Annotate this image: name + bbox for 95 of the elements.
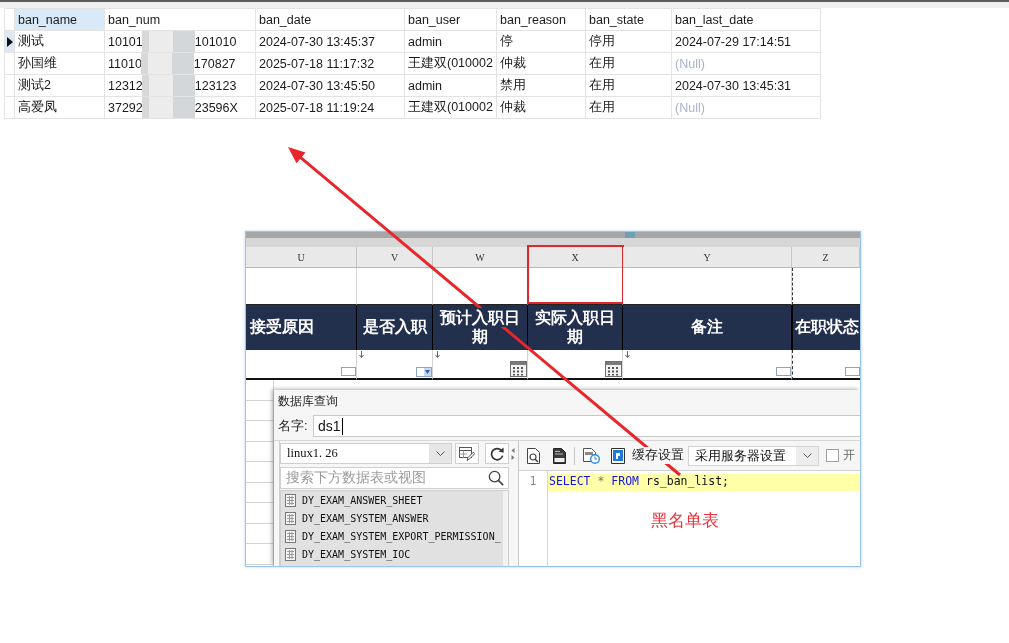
table-list-item[interactable]: DY_EXAM_SYSTEM_IOC	[281, 545, 508, 563]
table-cell: 在用	[585, 74, 672, 97]
scrollbar-thumb[interactable]	[625, 232, 635, 238]
cell-text: 10101	[108, 34, 143, 49]
sql-file-icon[interactable]	[553, 447, 566, 464]
cache-settings-label: 缓存设置	[632, 447, 684, 464]
cache-settings-dropdown[interactable]: 采用服务器设置	[688, 445, 819, 466]
table-list-item[interactable]: DY_EXAM_ANSWER_SHEET	[281, 491, 508, 509]
column-letter[interactable]: W	[433, 247, 528, 268]
table-cell: admin	[404, 74, 497, 97]
column-letter[interactable]: V	[357, 247, 433, 268]
header-cell: 是否入职	[357, 305, 433, 350]
table-edit-button[interactable]	[455, 443, 479, 464]
calendar-icon[interactable]	[605, 361, 622, 377]
column-header[interactable]: ban_last_date	[671, 8, 821, 31]
search-icon	[488, 470, 504, 486]
table-cell: 2024-07-30 13:45:31	[671, 74, 821, 97]
column-header[interactable]: ban_reason	[496, 8, 586, 31]
table-cell: 仲裁	[496, 52, 586, 75]
table-cell: 2024-07-30 13:45:37	[255, 30, 405, 53]
null-cell: (Null)	[671, 96, 821, 119]
table-cell: 2025-07-18 11:19:24	[255, 96, 405, 119]
table-cell: 王建双(010002	[404, 52, 497, 75]
table-cell: 测试2	[14, 74, 105, 97]
table-list-item[interactable]: DY_EXAM_SYSTEM_ANSWER	[281, 509, 508, 527]
name-label: 名字:	[278, 417, 309, 435]
cell-text: 170827	[193, 56, 236, 71]
table-cell: 停用	[585, 30, 672, 53]
table-icon	[285, 547, 296, 561]
redaction-block	[140, 53, 194, 74]
checkbox[interactable]	[826, 449, 839, 462]
text-box-icon[interactable]	[776, 367, 791, 376]
cell-text: 37292	[108, 100, 143, 115]
cell-text: 101010	[194, 34, 237, 49]
cell-text: 23596X	[194, 100, 238, 115]
refresh-button[interactable]	[485, 443, 509, 464]
table-cell: 在用	[585, 52, 672, 75]
header-cell: 在职状态	[792, 305, 860, 350]
current-row-pointer-icon	[6, 36, 13, 47]
table-cell: 仲裁	[496, 96, 586, 119]
header-cell: 预计入职日期	[433, 305, 528, 350]
cell-text: 123123	[194, 78, 237, 93]
column-header[interactable]: ban_user	[404, 8, 497, 31]
column-letter[interactable]: Y	[623, 247, 792, 268]
column-header[interactable]: ban_name	[14, 8, 105, 31]
table-cell: 停	[496, 30, 586, 53]
redaction-block	[141, 97, 195, 118]
refresh-icon	[490, 446, 504, 461]
table-cell: 在用	[585, 96, 672, 119]
sql-editor[interactable]: 1 SELECT * FROM rs_ban_list; 黑名单表	[519, 470, 860, 566]
header-cell: 备注	[623, 305, 792, 350]
connection-dropdown[interactable]: linux1. 26	[280, 443, 452, 464]
table-icon	[285, 493, 296, 507]
column-letter[interactable]: X	[528, 247, 623, 268]
name-field[interactable]: ds1	[313, 415, 860, 437]
chevron-down-icon	[435, 451, 445, 456]
null-cell: (Null)	[671, 52, 821, 75]
cell-text: 12312	[108, 78, 143, 93]
table-cell: 王建双(010002	[404, 96, 497, 119]
column-letter[interactable]: U	[246, 247, 357, 268]
row-header[interactable]	[4, 30, 15, 53]
splitter-arrows-icon[interactable]	[511, 446, 515, 461]
cell-text: 11010	[108, 56, 142, 71]
calendar-icon[interactable]	[510, 361, 527, 377]
table-cell: 测试	[14, 30, 105, 53]
column-letter[interactable]: Z	[792, 247, 860, 268]
checkbox-label[interactable]: 开	[843, 447, 855, 464]
table-cell: 高爱凤	[14, 96, 105, 119]
column-header[interactable]: ban_date	[255, 8, 405, 31]
table-cell: 2024-07-30 13:45:50	[255, 74, 405, 97]
header-cell: 实际入职日期	[528, 305, 623, 350]
annotation-text: 黑名单表	[651, 510, 719, 532]
chevron-down-icon	[802, 453, 812, 458]
redaction-block	[141, 31, 195, 52]
table-cell: 禁用	[496, 74, 586, 97]
redaction-block	[141, 75, 195, 96]
list-scrollbar[interactable]	[503, 491, 508, 566]
table-icon	[285, 511, 296, 525]
table-cell: 2024-07-29 17:14:51	[671, 30, 821, 53]
table-icon	[285, 529, 296, 543]
text-box-icon[interactable]	[341, 367, 356, 376]
table-cell: 2025-07-18 11:17:32	[255, 52, 405, 75]
dialog-title: 数据库查询	[277, 392, 339, 410]
find-document-icon[interactable]	[527, 447, 541, 464]
text-box-icon[interactable]	[845, 367, 860, 376]
table-edit-icon	[459, 446, 475, 461]
table-cell: 孙国维	[14, 52, 105, 75]
table-list-item[interactable]: DY_EXAM_SYSTEM_EXPORT_PERMISSION_	[281, 527, 508, 545]
sql-history-icon[interactable]	[583, 447, 600, 464]
column-header[interactable]: ban_state	[585, 8, 672, 31]
column-header[interactable]: ban_num	[104, 8, 256, 31]
header-cell: 接受原因	[246, 305, 357, 350]
document-icon[interactable]	[611, 447, 625, 464]
line-number: 1	[528, 474, 538, 490]
table-cell: admin	[404, 30, 497, 53]
